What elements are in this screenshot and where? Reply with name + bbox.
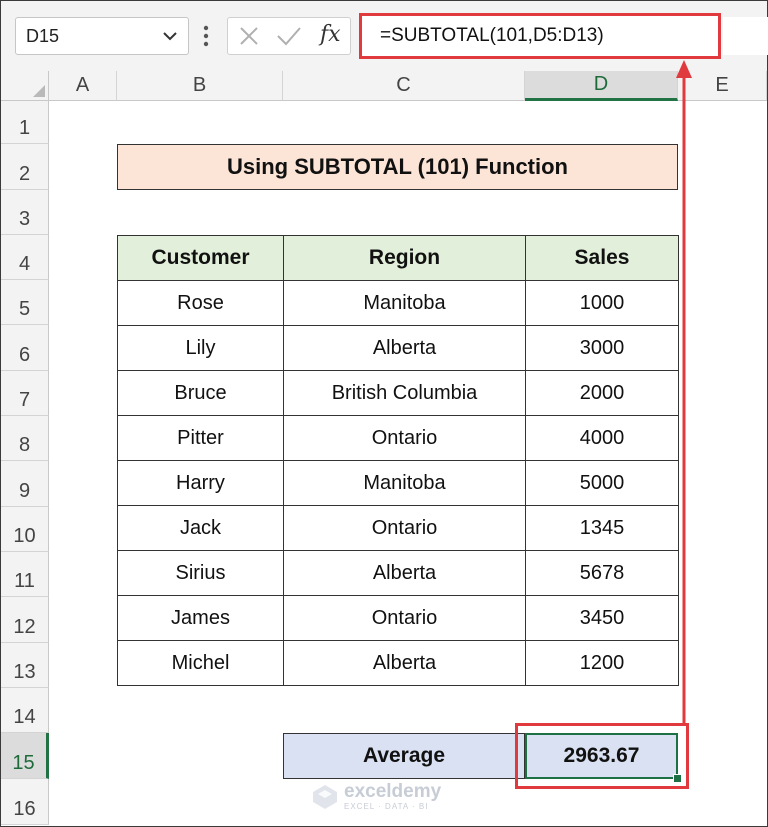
watermark-name: exceldemy bbox=[344, 781, 442, 802]
exceldemy-watermark: exceldemy EXCEL · DATA · BI bbox=[312, 782, 441, 811]
annotation-arrow bbox=[676, 60, 692, 723]
watermark-tagline: EXCEL · DATA · BI bbox=[344, 802, 429, 811]
exceldemy-logo-icon bbox=[313, 784, 337, 809]
